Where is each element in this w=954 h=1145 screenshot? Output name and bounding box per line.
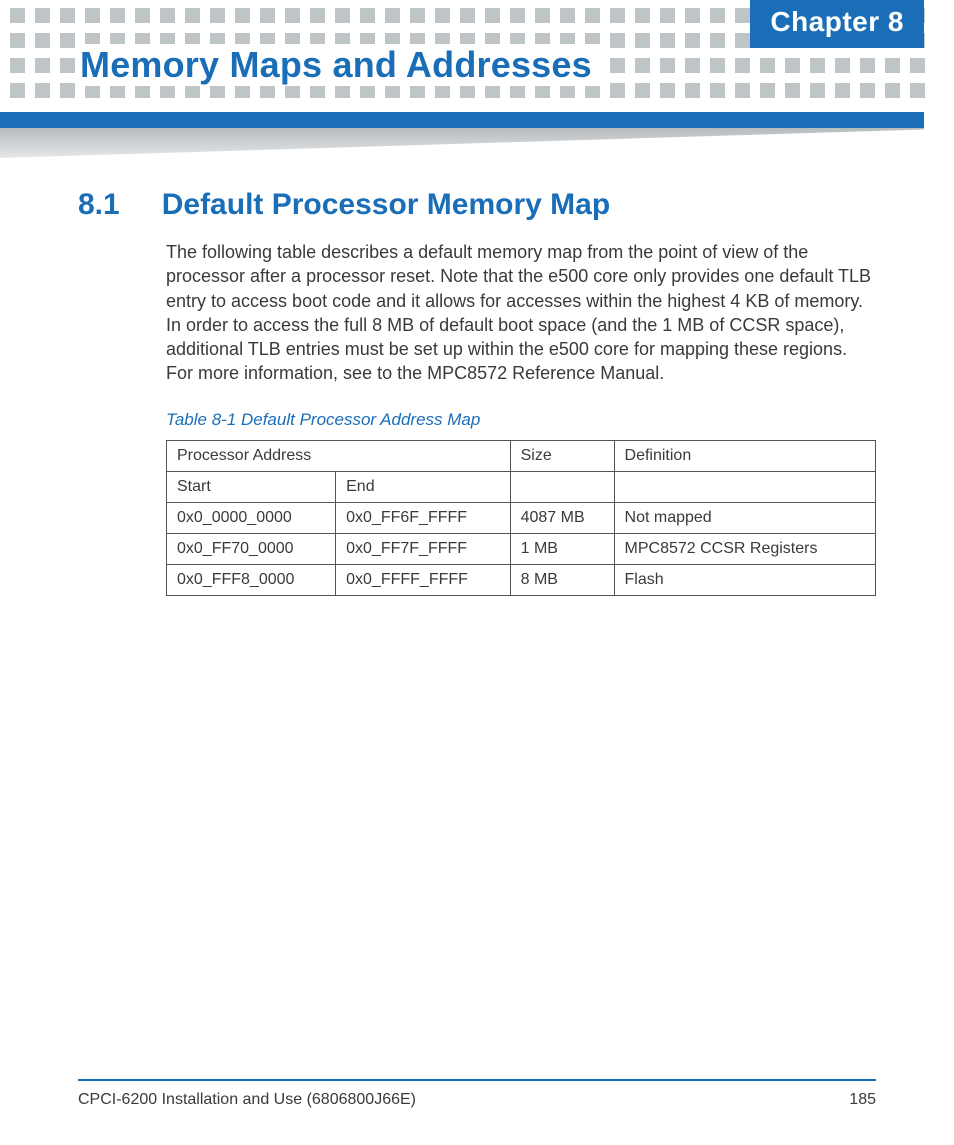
main-content: 8.1 Default Processor Memory Map The fol… [78,188,876,596]
page-title: Memory Maps and Addresses [78,44,606,86]
table-subheader-row: Start End [167,471,876,502]
chapter-badge: Chapter 8 [750,0,924,48]
col-subheader-end: End [336,471,510,502]
cell-end: 0x0_FF7F_FFFF [336,533,510,564]
col-header-definition: Definition [614,440,875,471]
cell-definition: Not mapped [614,502,875,533]
cell-start: 0x0_0000_0000 [167,502,336,533]
cell-size: 1 MB [510,533,614,564]
footer-page-number: 185 [849,1091,876,1109]
section-title: Default Processor Memory Map [162,188,610,222]
cell-end: 0x0_FFFF_FFFF [336,564,510,595]
cell-size: 4087 MB [510,502,614,533]
table-caption: Table 8-1 Default Processor Address Map [166,410,876,430]
header-blue-bar [0,112,924,128]
cell-start: 0x0_FF70_0000 [167,533,336,564]
address-map-table: Processor Address Size Definition Start … [166,440,876,596]
footer-doc-title: CPCI-6200 Installation and Use (6806800J… [78,1091,416,1109]
section-heading: 8.1 Default Processor Memory Map [78,188,876,222]
empty-cell [614,471,875,502]
table-row: 0x0_0000_0000 0x0_FF6F_FFFF 4087 MB Not … [167,502,876,533]
empty-cell [510,471,614,502]
col-subheader-start: Start [167,471,336,502]
cell-start: 0x0_FFF8_0000 [167,564,336,595]
col-header-processor-address: Processor Address [167,440,511,471]
cell-definition: MPC8572 CCSR Registers [614,533,875,564]
page-footer: CPCI-6200 Installation and Use (6806800J… [78,1079,876,1109]
page-header: Chapter 8 Memory Maps and Addresses [0,0,954,160]
footer-divider [78,1079,876,1081]
cell-size: 8 MB [510,564,614,595]
cell-end: 0x0_FF6F_FFFF [336,502,510,533]
section-number: 8.1 [78,188,120,222]
section-paragraph: The following table describes a default … [166,240,876,386]
table-row: 0x0_FFF8_0000 0x0_FFFF_FFFF 8 MB Flash [167,564,876,595]
header-grey-underline [0,128,924,158]
table-row: 0x0_FF70_0000 0x0_FF7F_FFFF 1 MB MPC8572… [167,533,876,564]
col-header-size: Size [510,440,614,471]
table-header-row: Processor Address Size Definition [167,440,876,471]
cell-definition: Flash [614,564,875,595]
